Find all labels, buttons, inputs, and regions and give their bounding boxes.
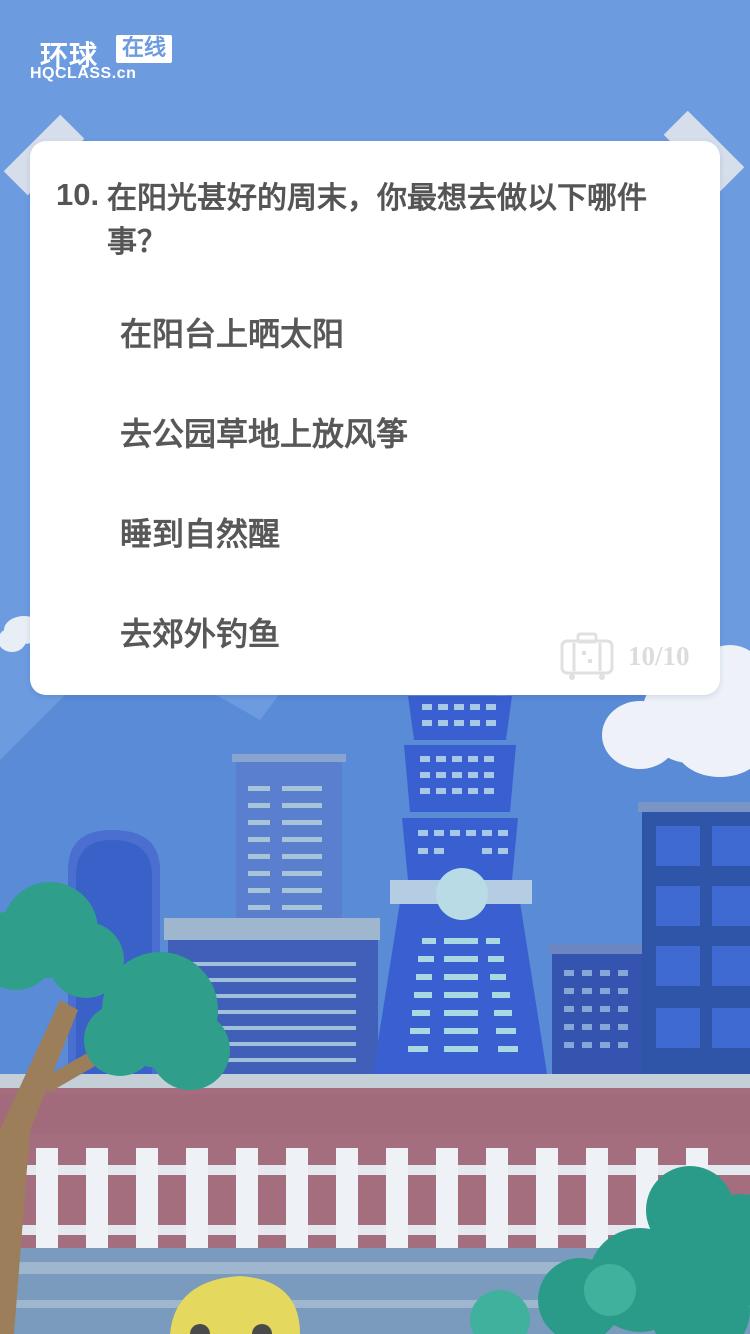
progress-counter: 10/10 [628,641,690,671]
logo-online-badge: 在线 [116,35,172,63]
option-1[interactable]: 在阳台上晒太阳 [120,309,344,355]
brand-logo[interactable]: 环球 在线 HQCLASS.cn [30,32,180,92]
question-text: 在阳光甚好的周末，你最想去做以下哪件事？ [107,181,647,260]
option-3[interactable]: 睡到自然醒 [120,509,280,555]
question-card: 10. 在阳光甚好的周末，你最想去做以下哪件事？ 在阳台上晒太阳 去公园草地上放… [30,141,720,695]
question-number: 10. [56,177,100,212]
logo-domain: HQCLASS.cn [30,65,137,82]
option-2[interactable]: 去公园草地上放风筝 [120,409,408,455]
option-4[interactable]: 去郊外钓鱼 [120,609,280,655]
suitcase-icon [560,632,614,680]
